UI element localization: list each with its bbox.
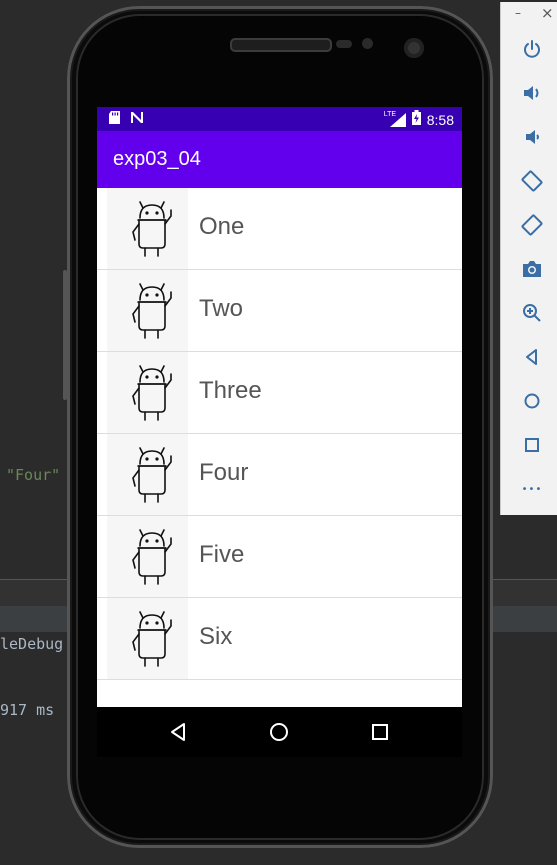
navigation-bar [97,707,462,757]
android-robot-icon [107,516,188,597]
list-item-label: Two [199,295,244,322]
android-robot-icon [107,434,188,515]
sd-card-icon [109,111,120,128]
android-robot-icon [107,352,188,433]
app-title: exp03_04 [113,148,201,170]
list-item[interactable]: One [97,188,462,270]
list-item-label: Three [199,377,262,404]
list-item-label: Four [199,459,249,486]
list-item[interactable]: Five [97,516,462,598]
device-screen[interactable]: LTE 8:58 exp03_04 One Two Three Four Fiv… [97,107,462,757]
minimize-button[interactable]: – [515,6,521,20]
lte-signal-icon: LTE [384,111,406,128]
zoom-icon[interactable] [519,300,545,326]
back-icon[interactable] [519,344,545,370]
android-robot-icon [107,598,188,679]
proximity-sensor [336,40,352,48]
status-bar: LTE 8:58 [97,107,462,131]
list-item-label: Five [199,541,245,568]
list-item-label: Six [199,623,233,650]
list-item[interactable]: Two [97,270,462,352]
list-item[interactable]: Four [97,434,462,516]
ide-code-fragment: "Four" [6,466,61,484]
rotate-left-icon[interactable] [519,168,545,194]
volume-up-icon[interactable] [519,80,545,106]
ide-time-fragment: 917 ms [0,701,55,719]
camera-icon[interactable] [519,256,545,282]
overview-icon[interactable] [519,432,545,458]
front-camera [404,38,424,58]
clock: 8:58 [426,111,454,128]
close-button[interactable]: × [541,4,554,22]
power-icon[interactable] [519,36,545,62]
ide-build-fragment: leDebug [0,635,64,653]
more-options-icon[interactable]: ••• [519,476,545,502]
device-side-button [63,270,67,400]
earpiece-speaker [230,38,332,52]
recents-icon[interactable] [369,721,391,743]
back-icon[interactable] [168,721,190,743]
rotate-right-icon[interactable] [519,212,545,238]
battery-charging-icon [411,110,421,129]
list-item-partial[interactable] [97,680,462,707]
emulator-toolbar: – × ••• [500,2,557,515]
app-bar: exp03_04 [97,131,462,188]
android-robot-icon [107,188,188,269]
item-list[interactable]: One Two Three Four Five Six [97,188,462,707]
list-item[interactable]: Six [97,598,462,680]
home-icon[interactable] [268,721,290,743]
home-icon[interactable] [519,388,545,414]
n-icon [130,111,144,128]
volume-down-icon[interactable] [519,124,545,150]
light-sensor [362,38,373,49]
list-item-label: One [199,213,245,240]
list-item[interactable]: Three [97,352,462,434]
android-robot-icon [107,270,188,351]
